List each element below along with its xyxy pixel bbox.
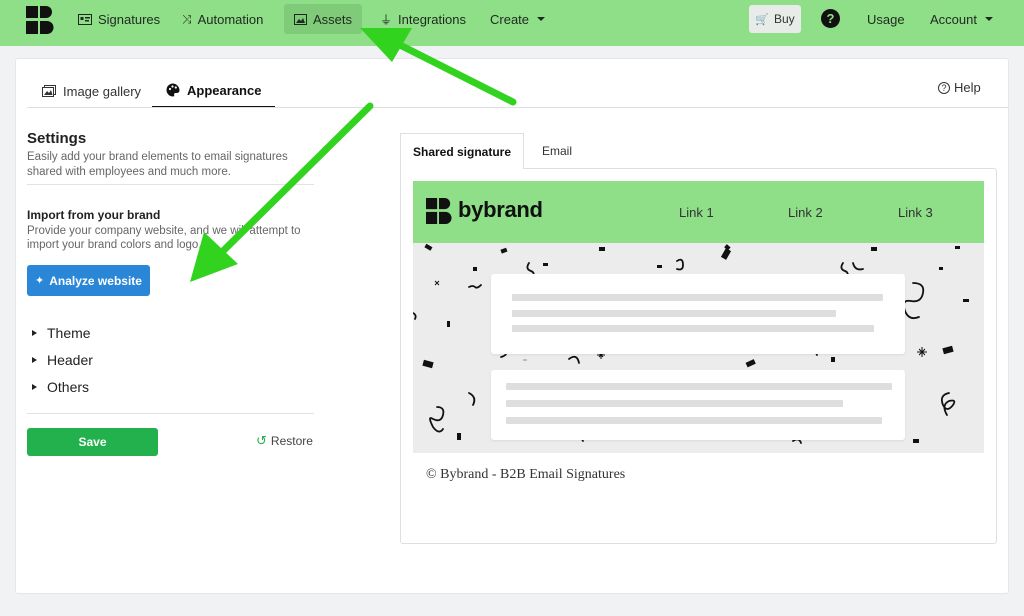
accordion-others[interactable]: Others [32, 379, 89, 395]
nav-automation[interactable]: ⤨ Automation [172, 4, 273, 34]
nav-signatures[interactable]: Signatures [68, 4, 170, 34]
caret-right-icon [32, 330, 37, 336]
plug-icon: ⏚ [380, 12, 393, 27]
divider [27, 413, 314, 414]
nav-automation-label: Automation [197, 11, 264, 27]
shuffle-icon: ⤨ [182, 11, 192, 26]
help-link[interactable]: ? Help [938, 80, 981, 95]
divider [27, 184, 314, 185]
help-icon[interactable]: ? [821, 9, 840, 28]
accordion-theme[interactable]: Theme [32, 325, 91, 341]
tab-email[interactable]: Email [528, 133, 586, 169]
accordion-header-label: Header [47, 352, 93, 368]
signature-brand-name: bybrand [458, 197, 543, 222]
nav-integrations-label: Integrations [398, 11, 466, 27]
settings-title: Settings [27, 130, 87, 147]
nav-assets[interactable]: Assets [284, 4, 363, 34]
id-card-icon [78, 13, 92, 25]
analyze-website-label: Analyze website [49, 273, 142, 288]
import-description: Provide your company website, and we wil… [27, 225, 301, 251]
cart-icon: 🛒 [755, 13, 769, 26]
buy-label: Buy [774, 12, 795, 26]
undo-icon: ↺ [256, 433, 267, 448]
tab-appearance[interactable]: Appearance [152, 74, 276, 108]
caret-right-icon [32, 357, 37, 363]
signature-link-1[interactable]: Link 1 [679, 205, 714, 220]
accordion-theme-label: Theme [47, 325, 91, 341]
restore-link[interactable]: ↺ Restore [256, 433, 313, 449]
placeholder-card [491, 274, 905, 354]
chevron-down-icon [537, 17, 546, 21]
nav-create[interactable]: Create [480, 4, 555, 34]
tab-image-gallery-label: Image gallery [63, 83, 142, 99]
signature-link-3[interactable]: Link 3 [898, 205, 933, 220]
tab-appearance-label: Appearance [187, 82, 262, 98]
nav-assets-label: Assets [313, 11, 353, 27]
restore-label: Restore [270, 434, 313, 448]
signature-banner [413, 243, 984, 453]
help-link-label: Help [954, 80, 981, 95]
accordion-header[interactable]: Header [32, 352, 93, 368]
nav-integrations[interactable]: ⏚ Integrations [370, 4, 476, 34]
analyze-website-button[interactable]: ✦ Analyze website [27, 265, 150, 296]
palette-icon [166, 83, 180, 97]
nav-account-label: Account [930, 11, 977, 27]
save-button[interactable]: Save [27, 428, 158, 456]
bybrand-logo-icon [426, 198, 452, 224]
import-title: Import from your brand [27, 208, 161, 222]
placeholder-card [491, 370, 905, 440]
buy-button[interactable]: 🛒 Buy [749, 5, 801, 33]
nav-create-label: Create [490, 11, 530, 27]
bybrand-logo-icon[interactable] [26, 6, 54, 34]
caret-right-icon [32, 384, 37, 390]
nav-account[interactable]: Account [920, 4, 1003, 34]
image-icon [294, 13, 307, 25]
question-circle-icon: ? [938, 81, 950, 94]
tabs-divider [27, 107, 1009, 108]
chevron-down-icon [984, 17, 993, 21]
nav-usage-label: Usage [867, 11, 905, 27]
signature-link-2[interactable]: Link 2 [788, 205, 823, 220]
nav-signatures-label: Signatures [98, 11, 161, 27]
settings-description: Easily add your brand elements to email … [27, 151, 288, 178]
signature-footer: © Bybrand - B2B Email Signatures [426, 467, 626, 482]
nav-usage[interactable]: Usage [857, 4, 915, 34]
images-icon [42, 85, 56, 97]
tab-image-gallery[interactable]: Image gallery [28, 74, 155, 108]
accordion-others-label: Others [47, 379, 90, 395]
tab-shared-signature[interactable]: Shared signature [400, 133, 524, 169]
top-navbar: Signatures ⤨ Automation Assets ⏚ Integra… [0, 0, 1024, 46]
magic-wand-icon: ✦ [35, 275, 45, 287]
